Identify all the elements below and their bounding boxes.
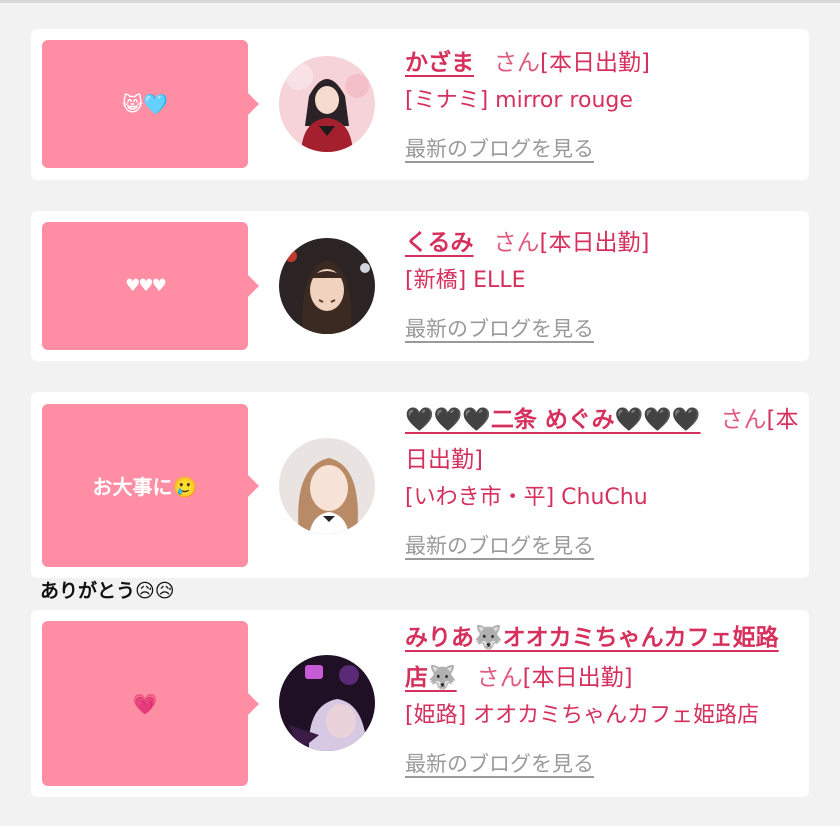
name-line: かざま さん[本日出勤] [405,43,801,83]
message-bubble: 💗 [42,621,259,786]
bubble-text: お大事に🥲 [92,475,198,499]
status-label: [本日出勤] [539,230,650,256]
latest-blog-link[interactable]: 最新のブログを見る [405,746,801,782]
honorific: さん [720,407,767,433]
message-card-miria: 💗 みりあ🐺オオカミちゃんカフェ姫路店🐺 さん[本日出勤] [姫路] オオカミちゃ… [31,610,809,797]
shop-name: [いわき市・平] ChuChu [405,485,648,510]
name-line: くるみ さん[本日出勤] [405,223,801,263]
bubble-text: 💗 [132,691,158,716]
message-card-kurumi: ♥♥♥ くるみ さん[本日出勤] [新橋] ELLE 最新のブログを見る [31,211,809,361]
cast-info: 🖤🖤🖤二条 めぐみ🖤🖤🖤 さん[本日出勤] [いわき市・平] ChuChu 最新の… [405,400,801,564]
avatar[interactable] [279,438,375,534]
shop-name: [姫路] オオカミちゃんカフェ姫路店 [405,703,760,728]
bubble-text: ♥♥♥ [125,276,167,296]
honorific: さん [494,50,540,76]
name-line: 🖤🖤🖤二条 めぐみ🖤🖤🖤 さん[本日出勤] [405,400,801,480]
avatar[interactable] [279,655,375,751]
avatar[interactable] [279,56,375,152]
latest-blog-link[interactable]: 最新のブログを見る [405,528,801,564]
message-card-kazama: 😸🩵 かざま さん[本日出勤] [ミナミ] mirror rouge 最新のブログ… [31,29,809,180]
name-line: みりあ🐺オオカミちゃんカフェ姫路店🐺 さん[本日出勤] [405,618,801,698]
latest-blog-link[interactable]: 最新のブログを見る [405,131,801,167]
honorific: さん [476,665,523,691]
latest-blog-link[interactable]: 最新のブログを見る [405,311,801,347]
avatar[interactable] [279,238,375,334]
cast-name-link[interactable]: 🖤🖤🖤二条 めぐみ🖤🖤🖤 [405,407,701,433]
cast-info: くるみ さん[本日出勤] [新橋] ELLE 最新のブログを見る [405,223,801,347]
status-label: [本日出勤] [540,50,650,76]
floating-thanks-text: ありがとう😥😥 [40,580,175,602]
honorific: さん [493,230,540,256]
cast-name-link[interactable]: かざま [405,50,474,76]
message-card-megumi: お大事に🥲 🖤🖤🖤二条 めぐみ🖤🖤🖤 さん[本日出勤] [いわき市・平] ChuC… [31,392,809,578]
shop-name: [ミナミ] mirror rouge [405,88,633,113]
cast-info: かざま さん[本日出勤] [ミナミ] mirror rouge 最新のブログを見る [405,43,801,167]
message-bubble: お大事に🥲 [42,404,259,567]
bubble-text: 😸🩵 [122,92,168,116]
message-bubble: 😸🩵 [42,40,259,168]
cast-info: みりあ🐺オオカミちゃんカフェ姫路店🐺 さん[本日出勤] [姫路] オオカミちゃんカ… [405,618,801,782]
top-divider [0,0,840,3]
status-label: [本日出勤] [522,665,633,691]
shop-name: [新橋] ELLE [405,268,526,293]
cast-name-link[interactable]: くるみ [405,230,474,256]
message-bubble: ♥♥♥ [42,222,259,350]
